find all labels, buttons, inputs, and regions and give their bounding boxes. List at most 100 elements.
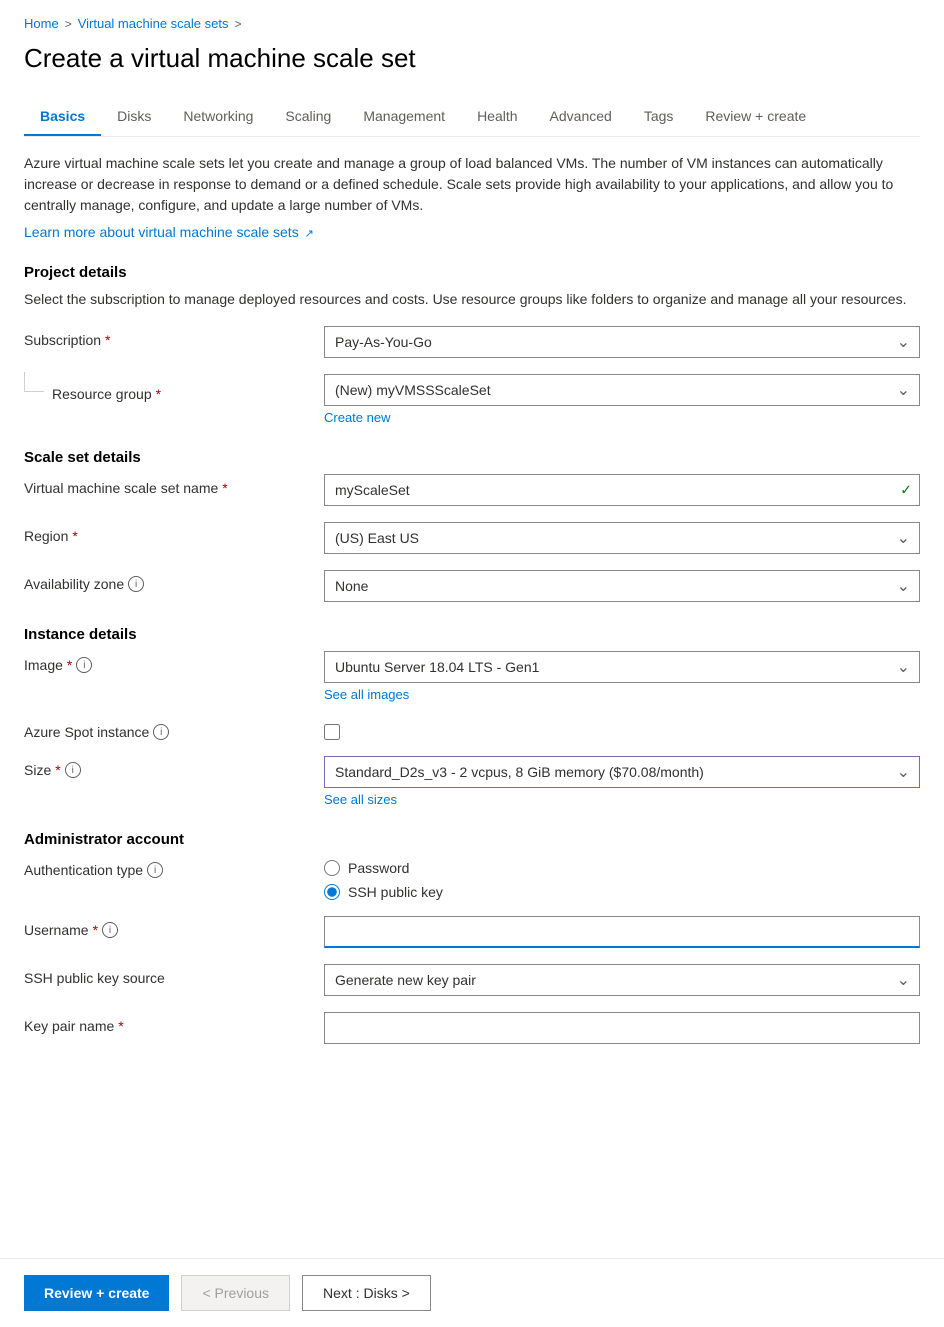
size-required: *	[55, 762, 60, 778]
region-control: (US) East US	[324, 522, 920, 554]
ssh-key-source-select-wrapper[interactable]: Generate new key pair	[324, 964, 920, 996]
tab-health[interactable]: Health	[461, 98, 533, 136]
azure-spot-control	[324, 718, 920, 740]
username-info-icon[interactable]: i	[102, 922, 118, 938]
scale-set-details-title: Scale set details	[24, 449, 920, 466]
image-label: Image * i	[24, 651, 324, 673]
image-control: Ubuntu Server 18.04 LTS - Gen1 See all i…	[324, 651, 920, 702]
size-row: Size * i Standard_D2s_v3 - 2 vcpus, 8 Gi…	[24, 756, 920, 807]
auth-type-row: Authentication type i Password SSH publi…	[24, 856, 920, 900]
tab-tags[interactable]: Tags	[628, 98, 690, 136]
external-link-icon: ↗	[305, 228, 314, 240]
ssh-key-source-label: SSH public key source	[24, 964, 324, 986]
ssh-key-source-control: Generate new key pair	[324, 964, 920, 996]
key-pair-name-control	[324, 1012, 920, 1044]
footer-bar: Review + create < Previous Next : Disks …	[0, 1258, 944, 1327]
resource-group-label: Resource group *	[52, 380, 352, 402]
next-button[interactable]: Next : Disks >	[302, 1275, 431, 1311]
vm-name-required: *	[222, 480, 227, 496]
intro-description: Azure virtual machine scale sets let you…	[24, 153, 920, 216]
subscription-select[interactable]: Pay-As-You-Go	[324, 326, 920, 358]
tab-advanced[interactable]: Advanced	[534, 98, 628, 136]
auth-password-radio[interactable]	[324, 860, 340, 876]
resource-group-required: *	[156, 386, 161, 402]
azure-spot-label: Azure Spot instance i	[24, 718, 324, 740]
ssh-key-source-select[interactable]: Generate new key pair	[324, 964, 920, 996]
key-pair-name-label: Key pair name *	[24, 1012, 324, 1034]
page-title: Create a virtual machine scale set	[24, 43, 920, 74]
project-details-title: Project details	[24, 264, 920, 281]
username-control	[324, 916, 920, 948]
image-row: Image * i Ubuntu Server 18.04 LTS - Gen1…	[24, 651, 920, 702]
vm-name-input[interactable]	[324, 474, 920, 506]
resource-group-select-wrapper[interactable]: (New) myVMSSScaleSet	[324, 374, 920, 406]
region-label: Region *	[24, 522, 324, 544]
auth-type-label: Authentication type i	[24, 856, 324, 878]
subscription-select-wrapper[interactable]: Pay-As-You-Go	[324, 326, 920, 358]
region-required: *	[72, 528, 77, 544]
username-row: Username * i	[24, 916, 920, 948]
rg-indent-line	[24, 372, 44, 392]
image-select[interactable]: Ubuntu Server 18.04 LTS - Gen1	[324, 651, 920, 683]
image-required: *	[67, 657, 72, 673]
azure-spot-checkbox[interactable]	[324, 724, 340, 740]
tab-scaling[interactable]: Scaling	[269, 98, 347, 136]
username-required: *	[93, 922, 98, 938]
auth-type-radio-group: Password SSH public key	[324, 856, 920, 900]
subscription-label: Subscription *	[24, 326, 324, 348]
size-select-wrapper[interactable]: Standard_D2s_v3 - 2 vcpus, 8 GiB memory …	[324, 756, 920, 788]
image-info-icon[interactable]: i	[76, 657, 92, 673]
auth-type-info-icon[interactable]: i	[147, 862, 163, 878]
size-info-icon[interactable]: i	[65, 762, 81, 778]
ssh-key-source-row: SSH public key source Generate new key p…	[24, 964, 920, 996]
availability-zone-select[interactable]: None	[324, 570, 920, 602]
auth-password-option[interactable]: Password	[324, 860, 920, 876]
region-row: Region * (US) East US	[24, 522, 920, 554]
availability-zone-select-wrapper[interactable]: None	[324, 570, 920, 602]
auth-ssh-option[interactable]: SSH public key	[324, 884, 920, 900]
region-select-wrapper[interactable]: (US) East US	[324, 522, 920, 554]
resource-group-control: (New) myVMSSScaleSet Create new	[324, 374, 920, 425]
breadcrumb: Home > Virtual machine scale sets >	[24, 16, 920, 31]
resource-group-select[interactable]: (New) myVMSSScaleSet	[324, 374, 920, 406]
azure-spot-info-icon[interactable]: i	[153, 724, 169, 740]
vm-name-control: ✓	[324, 474, 920, 506]
subscription-required: *	[105, 332, 110, 348]
project-details-desc: Select the subscription to manage deploy…	[24, 289, 920, 310]
breadcrumb-home[interactable]: Home	[24, 16, 59, 31]
availability-zone-row: Availability zone i None	[24, 570, 920, 602]
breadcrumb-sep2: >	[234, 17, 241, 31]
instance-details-title: Instance details	[24, 626, 920, 643]
tab-disks[interactable]: Disks	[101, 98, 167, 136]
username-input[interactable]	[324, 916, 920, 948]
vm-name-check-icon: ✓	[900, 482, 912, 499]
availability-zone-info-icon[interactable]: i	[128, 576, 144, 592]
create-new-link[interactable]: Create new	[324, 410, 920, 425]
region-select[interactable]: (US) East US	[324, 522, 920, 554]
vm-name-input-wrap: ✓	[324, 474, 920, 506]
auth-ssh-radio[interactable]	[324, 884, 340, 900]
vm-name-label: Virtual machine scale set name *	[24, 474, 324, 496]
review-create-button[interactable]: Review + create	[24, 1275, 169, 1311]
availability-zone-control: None	[324, 570, 920, 602]
learn-more-link[interactable]: Learn more about virtual machine scale s…	[24, 224, 314, 240]
key-pair-name-row: Key pair name *	[24, 1012, 920, 1044]
admin-account-title: Administrator account	[24, 831, 920, 848]
tab-review-create[interactable]: Review + create	[689, 98, 822, 136]
availability-zone-label: Availability zone i	[24, 570, 324, 592]
tab-basics[interactable]: Basics	[24, 98, 101, 136]
key-pair-name-input[interactable]	[324, 1012, 920, 1044]
auth-type-control: Password SSH public key	[324, 856, 920, 900]
resource-group-label-area: Resource group *	[24, 374, 324, 402]
image-select-wrapper[interactable]: Ubuntu Server 18.04 LTS - Gen1	[324, 651, 920, 683]
tab-networking[interactable]: Networking	[167, 98, 269, 136]
size-select[interactable]: Standard_D2s_v3 - 2 vcpus, 8 GiB memory …	[324, 756, 920, 788]
see-all-images-link[interactable]: See all images	[324, 687, 920, 702]
vm-name-row: Virtual machine scale set name * ✓	[24, 474, 920, 506]
tab-management[interactable]: Management	[347, 98, 461, 136]
breadcrumb-vmss[interactable]: Virtual machine scale sets	[78, 16, 229, 31]
previous-button: < Previous	[181, 1275, 290, 1311]
size-control: Standard_D2s_v3 - 2 vcpus, 8 GiB memory …	[324, 756, 920, 807]
see-all-sizes-link[interactable]: See all sizes	[324, 792, 920, 807]
username-label: Username * i	[24, 916, 324, 938]
